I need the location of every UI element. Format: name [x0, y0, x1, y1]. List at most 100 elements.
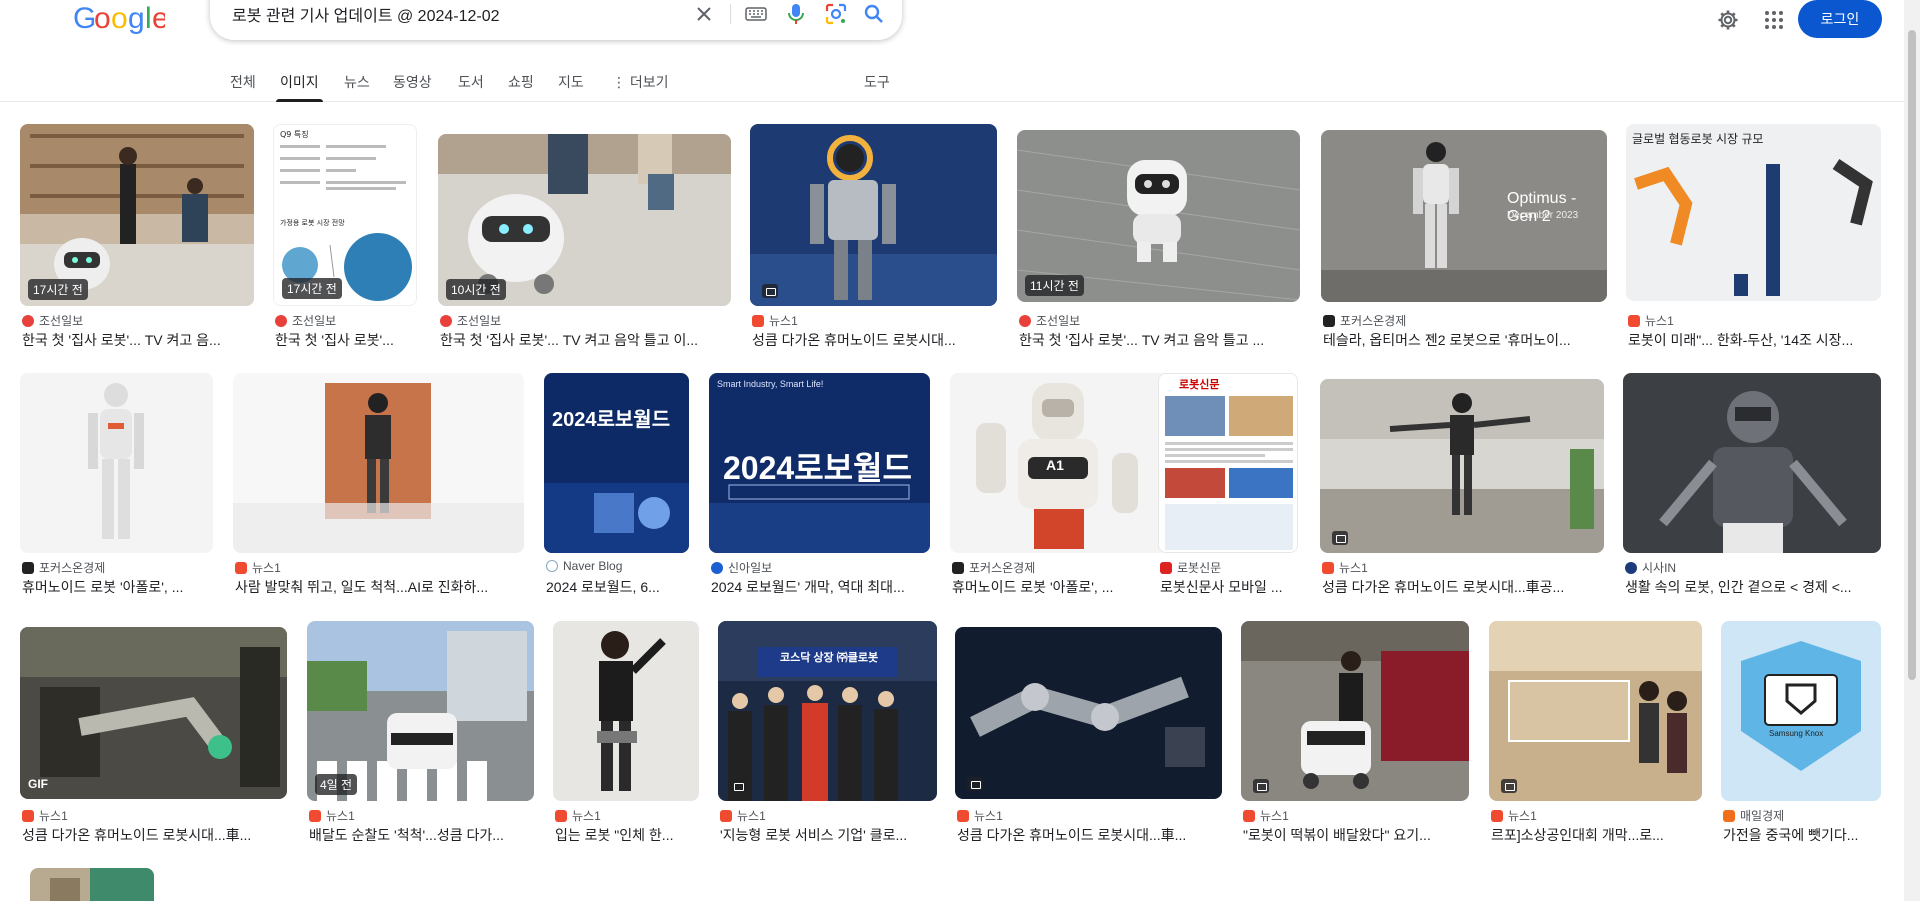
result-source: 조선일보: [22, 312, 83, 329]
result-title[interactable]: 한국 첫 '집사 로봇'...: [275, 330, 419, 350]
result-card[interactable]: Samsung Knox 매일경제 가전을 중국에 뺏기다...: [1721, 621, 1881, 851]
result-thumbnail[interactable]: [553, 621, 699, 801]
news1-favicon-icon: [1628, 314, 1640, 327]
result-title[interactable]: 로봇신문사 모바일 ...: [1160, 577, 1300, 597]
result-thumbnail[interactable]: Samsung Knox: [1721, 621, 1881, 801]
result-title[interactable]: 르포]소상공인대회 개막...로...: [1491, 825, 1704, 845]
time-badge: 4일 전: [315, 774, 358, 795]
svg-text:가정용 로봇 시장 전망: 가정용 로봇 시장 전망: [280, 218, 345, 227]
result-thumbnail[interactable]: Optimus - Gen 2 December 2023: [1321, 130, 1607, 302]
result-source: 뉴스1: [720, 807, 766, 824]
result-source: 뉴스1: [752, 312, 798, 329]
image-type-icon: [1332, 531, 1348, 545]
result-thumbnail[interactable]: [233, 373, 524, 553]
result-card[interactable]: Q9 특징 가정용 로봇 시장 전망 17시간 전 조선일보 한국 첫 '집사 로…: [273, 124, 417, 354]
result-thumbnail[interactable]: [750, 124, 997, 306]
result-thumbnail[interactable]: 17시간 전: [20, 124, 254, 306]
result-title[interactable]: 사람 발맞춰 뛰고, 일도 척척...AI로 진화하...: [235, 577, 526, 597]
result-card[interactable]: Smart Industry, Smart Life! 2024로보월드 신아일…: [709, 373, 930, 603]
result-card[interactable]: 시사IN 생활 속의 로봇, 인간 곁으로 < 경제 <...: [1623, 373, 1881, 603]
result-card[interactable]: A1 포커스온경제 휴머노이드 로봇 '아폴로', ...: [950, 373, 1168, 603]
result-thumbnail[interactable]: 코스닥 상장 ㈜클로봇: [718, 621, 937, 801]
result-card[interactable]: 뉴스1 르포]소상공인대회 개막...로...: [1489, 621, 1702, 851]
result-title[interactable]: 2024 로보월드' 개막, 역대 최대...: [711, 577, 932, 597]
result-card[interactable]: 뉴스1 성큼 다가온 휴머노이드 로봇시대...車...: [955, 621, 1222, 851]
result-source: 포커스온경제: [952, 559, 1035, 576]
focus-favicon-icon: [22, 561, 34, 574]
result-thumbnail[interactable]: 로봇신문: [1158, 373, 1298, 553]
image-overlay-title: 로봇신문: [1179, 379, 1220, 391]
result-card[interactable]: [30, 868, 154, 901]
image-overlay-subtitle: December 2023: [1507, 210, 1579, 221]
result-title[interactable]: 가전을 중국에 뺏기다...: [1723, 825, 1883, 845]
result-card[interactable]: 뉴스1 성큼 다가온 휴머노이드 로봇시대...: [750, 124, 997, 354]
page-scrollbar[interactable]: [1904, 0, 1920, 901]
result-card[interactable]: 17시간 전 조선일보 한국 첫 '집사 로봇'... TV 켜고 음...: [20, 124, 254, 354]
result-source: 매일경제: [1723, 807, 1784, 824]
result-title[interactable]: 성큼 다가온 휴머노이드 로봇시대...: [752, 330, 999, 350]
result-title[interactable]: 휴머노이드 로봇 '아폴로', ...: [22, 577, 215, 597]
result-thumbnail[interactable]: GIF: [20, 627, 287, 799]
result-thumbnail[interactable]: [1320, 379, 1604, 553]
result-thumbnail[interactable]: 10시간 전: [438, 134, 731, 306]
result-thumbnail[interactable]: [955, 627, 1222, 799]
result-thumbnail[interactable]: 2024로보월드: [544, 373, 689, 553]
result-card[interactable]: 글로벌 협동로봇 시장 규모 뉴스1 로봇이 미래"... 한화-두산, '14…: [1626, 124, 1881, 354]
result-title[interactable]: 테슬라, 옵티머스 젠2 로봇으로 '휴머노이...: [1323, 330, 1609, 350]
result-title[interactable]: 성큼 다가온 휴머노이드 로봇시대...車...: [957, 825, 1224, 845]
result-thumbnail[interactable]: A1: [950, 373, 1168, 553]
result-title[interactable]: 생활 속의 로봇, 인간 곁으로 < 경제 <...: [1625, 577, 1883, 597]
result-title[interactable]: 성큼 다가온 휴머노이드 로봇시대...車공...: [1322, 577, 1606, 597]
result-card[interactable]: 로봇신문 로봇신문 로봇신문사 모바일 ...: [1158, 373, 1298, 603]
result-title[interactable]: 배달도 순찰도 '척척'...성큼 다가...: [309, 825, 536, 845]
result-source: 조선일보: [275, 312, 336, 329]
maeil-favicon-icon: [1723, 809, 1735, 822]
result-thumbnail[interactable]: 11시간 전: [1017, 130, 1300, 302]
result-card[interactable]: GIF 뉴스1 성큼 다가온 휴머노이드 로봇시대...車...: [20, 621, 287, 851]
image-overlay-title: 글로벌 협동로봇 시장 규모: [1632, 132, 1764, 146]
result-card[interactable]: 2024로보월드 Naver Blog 2024 로보월드, 6...: [544, 373, 689, 603]
result-title[interactable]: 휴머노이드 로봇 '아폴로', ...: [952, 577, 1170, 597]
result-card[interactable]: 뉴스1 성큼 다가온 휴머노이드 로봇시대...車공...: [1320, 373, 1604, 603]
result-thumbnail[interactable]: [1623, 373, 1881, 553]
result-title[interactable]: 한국 첫 '집사 로봇'... TV 켜고 음악 틀고 ...: [1019, 330, 1302, 350]
result-source: 뉴스1: [1322, 559, 1368, 576]
image-type-icon: [762, 284, 778, 298]
result-source: 뉴스1: [309, 807, 355, 824]
result-thumbnail[interactable]: Smart Industry, Smart Life! 2024로보월드: [709, 373, 930, 553]
chosun-favicon-icon: [440, 314, 452, 327]
time-badge: 17시간 전: [282, 278, 342, 299]
result-card[interactable]: Optimus - Gen 2 December 2023 포커스온경제 테슬라…: [1321, 124, 1607, 354]
result-title[interactable]: 성큼 다가온 휴머노이드 로봇시대...車...: [22, 825, 289, 845]
image-overlay-title: A1: [1046, 457, 1064, 473]
result-title[interactable]: "로봇이 떡볶이 배달왔다" 요기...: [1243, 825, 1471, 845]
result-card[interactable]: 11시간 전 조선일보 한국 첫 '집사 로봇'... TV 켜고 음악 틀고 …: [1017, 124, 1300, 354]
result-source: 로봇신문: [1160, 559, 1221, 576]
result-thumbnail[interactable]: [20, 373, 213, 553]
result-card[interactable]: 포커스온경제 휴머노이드 로봇 '아폴로', ...: [20, 373, 213, 603]
result-thumbnail[interactable]: 글로벌 협동로봇 시장 규모: [1626, 124, 1881, 301]
scrollbar-thumb[interactable]: [1908, 30, 1916, 680]
result-card[interactable]: 뉴스1 "로봇이 떡볶이 배달왔다" 요기...: [1241, 621, 1469, 851]
result-card[interactable]: 4일 전 뉴스1 배달도 순찰도 '척척'...성큼 다가...: [307, 621, 534, 851]
result-thumbnail[interactable]: [1489, 621, 1702, 801]
news1-favicon-icon: [555, 809, 567, 822]
result-card[interactable]: 코스닥 상장 ㈜클로봇 뉴스1 '지능형 로봇 서비스 기업' 클로...: [718, 621, 937, 851]
result-card[interactable]: 뉴스1 사람 발맞춰 뛰고, 일도 척척...AI로 진화하...: [233, 373, 524, 603]
result-title[interactable]: 한국 첫 '집사 로봇'... TV 켜고 음악 틀고 이...: [440, 330, 733, 350]
result-title[interactable]: 2024 로보월드, 6...: [546, 577, 691, 597]
result-thumbnail[interactable]: 4일 전: [307, 621, 534, 801]
result-title[interactable]: 로봇이 미래"... 한화-두산, '14조 시장...: [1628, 330, 1883, 350]
result-title[interactable]: 한국 첫 '집사 로봇'... TV 켜고 음...: [22, 330, 256, 350]
result-card[interactable]: 뉴스1 입는 로봇 "인체 한...: [553, 621, 699, 851]
news1-favicon-icon: [235, 561, 247, 574]
result-title[interactable]: 입는 로봇 "인체 한...: [555, 825, 701, 845]
result-thumbnail[interactable]: [30, 868, 154, 901]
result-card[interactable]: 10시간 전 조선일보 한국 첫 '집사 로봇'... TV 켜고 음악 틀고 …: [438, 124, 731, 354]
result-thumbnail[interactable]: [1241, 621, 1469, 801]
robot-newspaper-favicon-icon: [1160, 561, 1172, 574]
image-overlay-title: Samsung Knox: [1769, 729, 1824, 738]
result-source: 시사IN: [1625, 559, 1676, 576]
result-thumbnail[interactable]: Q9 특징 가정용 로봇 시장 전망 17시간 전: [273, 124, 417, 306]
result-title[interactable]: '지능형 로봇 서비스 기업' 클로...: [720, 825, 939, 845]
